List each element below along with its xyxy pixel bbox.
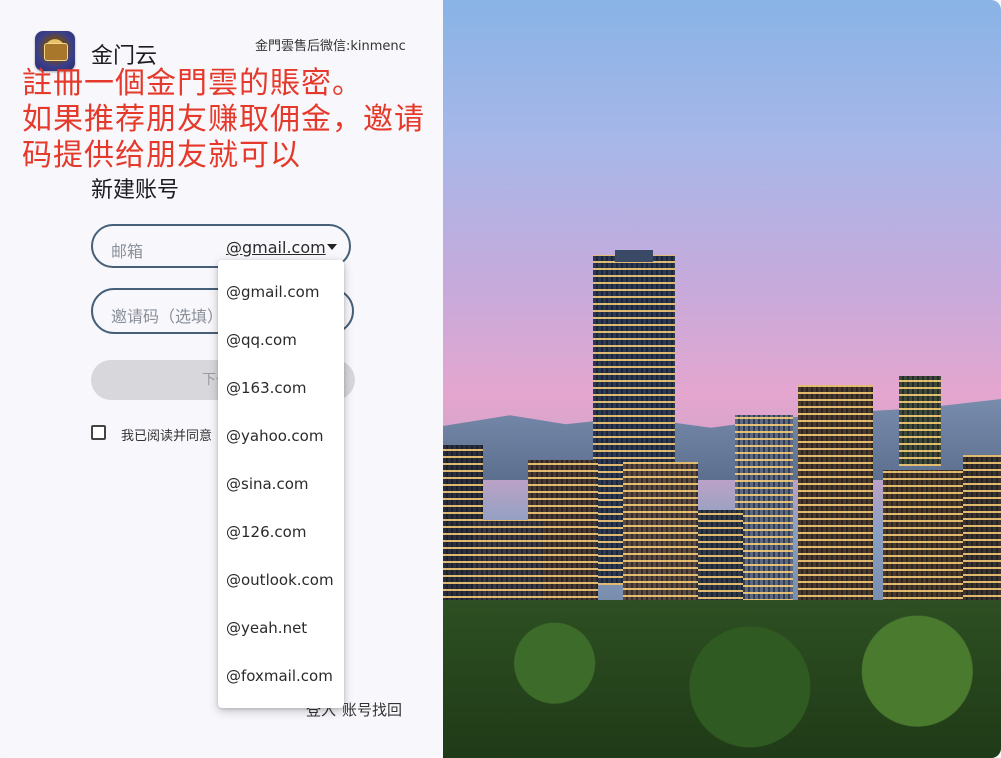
annotation-overlay: 註冊一個金門雲的賬密。 如果推荐朋友赚取佣金，邀请 码提供给朋友就可以: [22, 66, 442, 174]
domain-option[interactable]: @yeah.net: [218, 604, 344, 652]
domain-option[interactable]: @gmail.com: [218, 268, 344, 316]
annotation-line: 註冊一個金門雲的賬密。: [22, 66, 363, 101]
register-panel: 金门云 金門雲售后微信:kinmenc 註冊一個金門雲的賬密。 如果推荐朋友赚取…: [0, 0, 443, 758]
caret-down-icon[interactable]: [327, 244, 337, 250]
agree-checkbox[interactable]: [91, 425, 106, 440]
domain-option[interactable]: @sina.com: [218, 460, 344, 508]
invite-placeholder: 邀请码（选填）: [111, 307, 224, 326]
domain-option[interactable]: @yahoo.com: [218, 412, 344, 460]
support-contact: 金門雲售后微信:kinmenc: [255, 39, 406, 54]
city-background-image: [443, 0, 1001, 758]
domain-dropdown: @gmail.com @qq.com @163.com @yahoo.com @…: [218, 260, 344, 708]
app-logo-icon: [35, 31, 75, 71]
email-placeholder: 邮箱: [111, 242, 144, 261]
domain-select[interactable]: @gmail.com: [226, 238, 326, 257]
domain-option[interactable]: @qq.com: [218, 316, 344, 364]
recover-link[interactable]: 账号找回: [342, 701, 402, 719]
annotation-line: 码提供给朋友就可以: [22, 138, 301, 173]
agree-text: 我已阅读并同意: [121, 429, 213, 444]
domain-option[interactable]: @126.com: [218, 508, 344, 556]
annotation-line: 如果推荐朋友赚取佣金，邀请: [22, 102, 425, 137]
domain-option[interactable]: @foxmail.com: [218, 652, 344, 700]
domain-option[interactable]: @163.com: [218, 364, 344, 412]
domain-option[interactable]: @outlook.com: [218, 556, 344, 604]
form-title: 新建账号: [91, 178, 180, 203]
